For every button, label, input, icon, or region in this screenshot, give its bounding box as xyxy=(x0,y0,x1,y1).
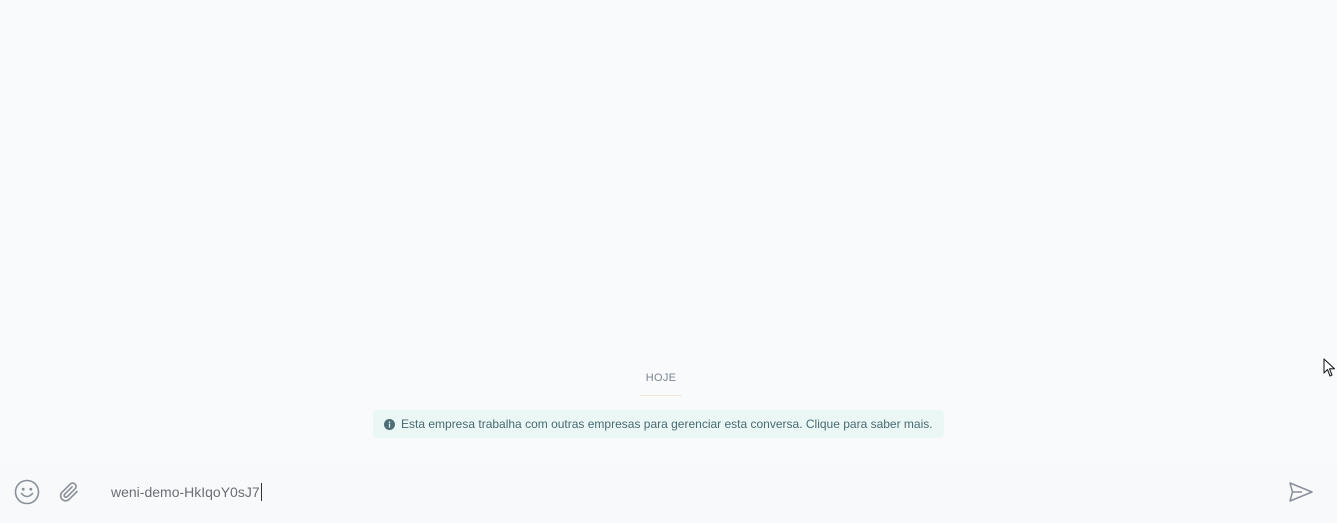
attach-button[interactable] xyxy=(55,478,83,506)
date-divider-line xyxy=(640,395,682,396)
message-input-value: weni-demo-HkIqoY0sJ7 xyxy=(111,484,260,500)
message-input[interactable]: weni-demo-HkIqoY0sJ7 xyxy=(111,481,1261,503)
paperclip-icon xyxy=(59,482,78,502)
mouse-cursor-icon xyxy=(1323,358,1336,377)
info-icon xyxy=(384,418,395,430)
system-notice[interactable]: Esta empresa trabalha com outras empresa… xyxy=(373,410,944,438)
system-notice-text: Esta empresa trabalha com outras empresa… xyxy=(401,417,933,431)
message-composer: weni-demo-HkIqoY0sJ7 xyxy=(0,463,1337,523)
send-icon xyxy=(1289,482,1313,502)
chat-messages-area: HOJE Esta empresa trabalha com outras em… xyxy=(0,0,1337,463)
text-caret xyxy=(260,483,262,501)
emoji-button[interactable] xyxy=(13,478,41,506)
emoji-icon xyxy=(14,479,40,505)
send-button[interactable] xyxy=(1286,478,1316,506)
date-divider-label: HOJE xyxy=(645,372,677,384)
